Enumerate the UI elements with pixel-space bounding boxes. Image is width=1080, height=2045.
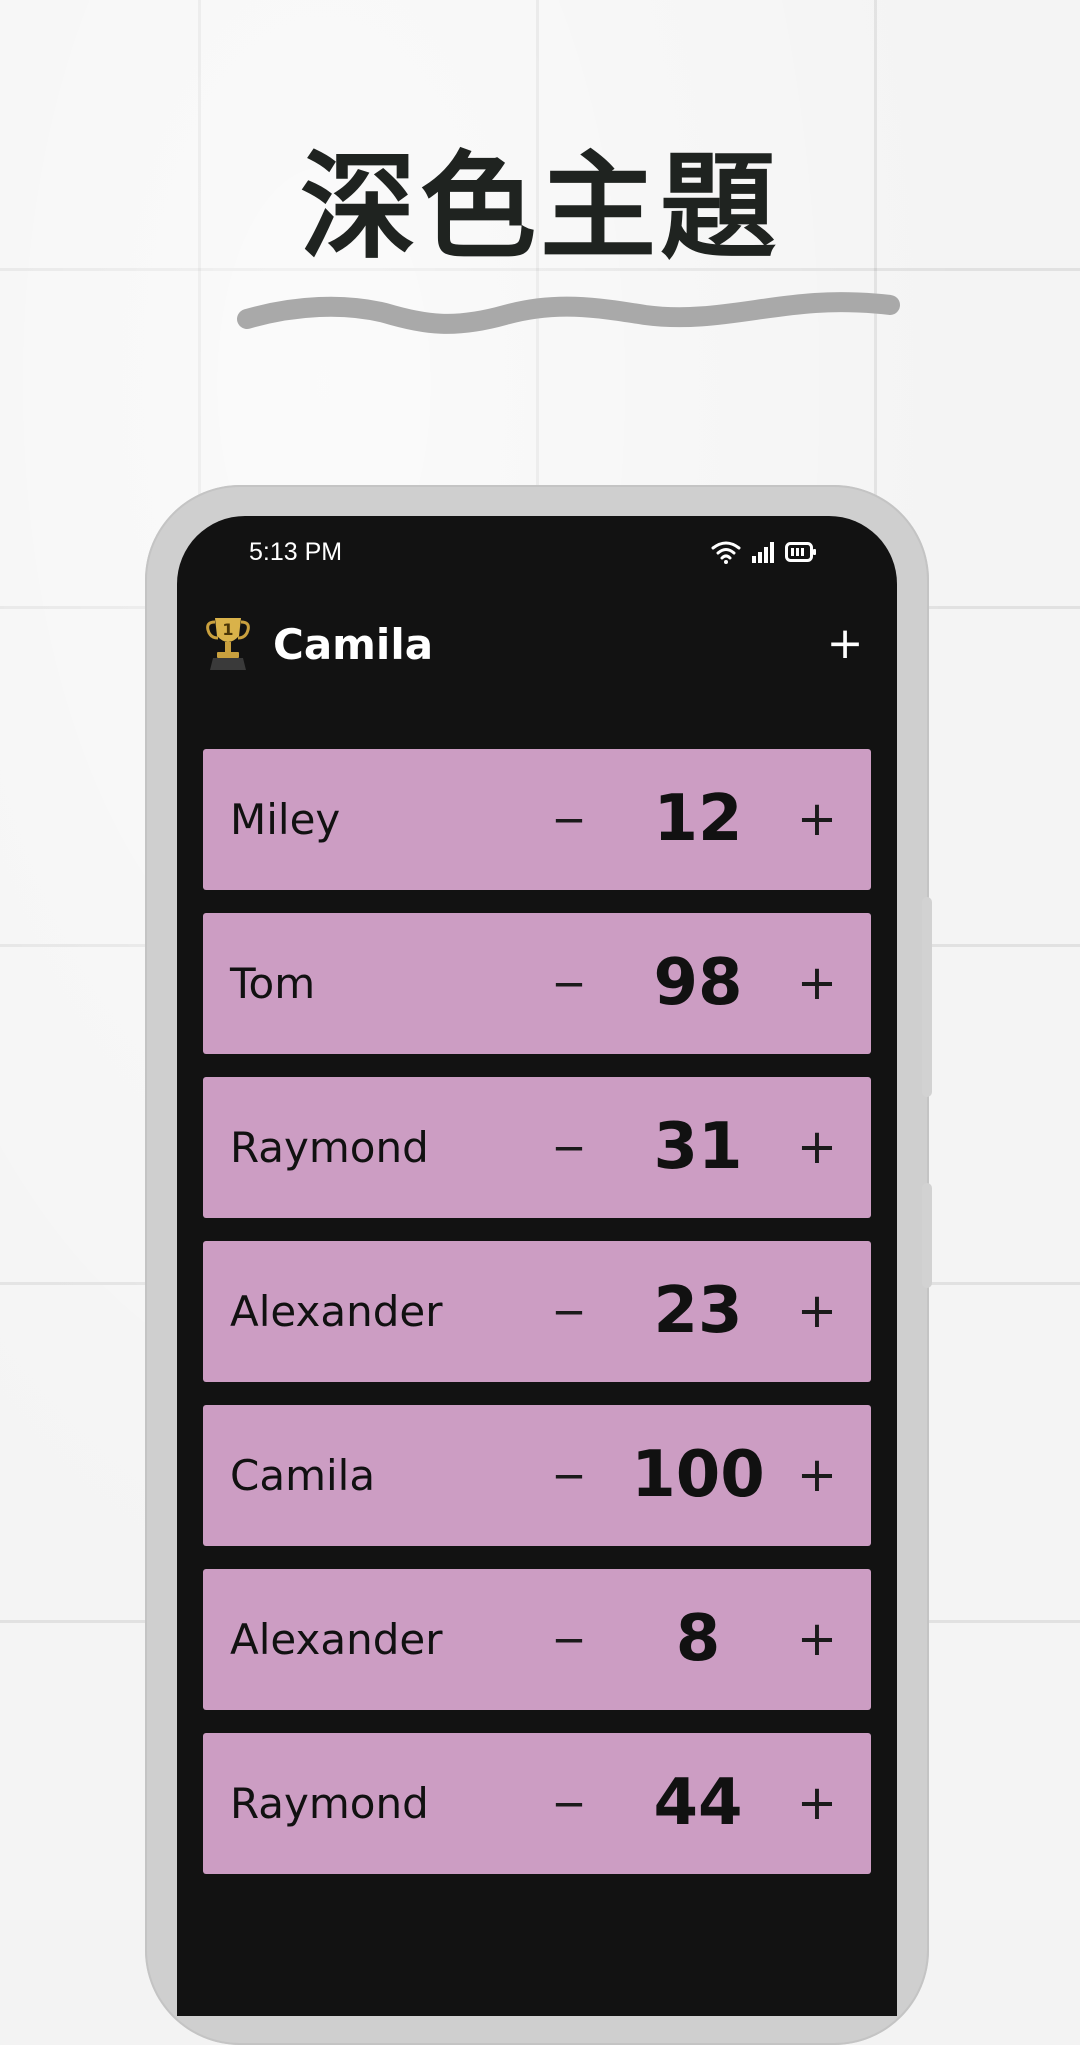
player-score: 100 [631,1438,765,1512]
decrement-score-button[interactable]: − [539,1569,599,1710]
player-name[interactable]: Raymond [230,1077,429,1218]
status-bar: 5:13 PM [177,516,897,588]
phone-power-button [922,1183,932,1288]
decrement-score-button[interactable]: − [539,749,599,890]
trophy-first-place-icon: 1 [206,618,250,670]
player-score: 23 [653,1274,743,1348]
player-score: 98 [653,946,743,1020]
player-score: 44 [653,1766,743,1840]
app-bar: 1 Camila + [177,602,897,692]
decrement-score-button[interactable]: − [539,1077,599,1218]
decrement-score-button[interactable]: − [539,913,599,1054]
player-card: Camila −100 + [203,1405,871,1546]
player-card: Alexander −23 + [203,1241,871,1382]
increment-score-button[interactable]: + [787,1241,847,1382]
decrement-score-button[interactable]: − [539,1405,599,1546]
player-card: Tom −98 + [203,913,871,1054]
decrement-score-button[interactable]: − [539,1241,599,1382]
increment-score-button[interactable]: + [787,1733,847,1874]
increment-score-button[interactable]: + [787,749,847,890]
headline-underline-squiggle [237,292,900,334]
increment-score-button[interactable]: + [787,913,847,1054]
phone-volume-button [922,897,932,1097]
leader-name: Camila [273,620,434,669]
status-icons [711,540,817,564]
svg-text:1: 1 [222,620,233,639]
player-name[interactable]: Miley [230,749,340,890]
wifi-icon [711,541,741,564]
increment-score-button[interactable]: + [787,1077,847,1218]
player-list: Miley −12 + Tom −98 + Raymond −31 + Alexander −23 +… [203,749,871,1897]
signal-icon [752,542,774,563]
battery-icon [785,542,816,562]
player-name[interactable]: Alexander [230,1241,442,1382]
player-name[interactable]: Alexander [230,1569,442,1710]
add-player-button[interactable]: + [823,622,867,666]
headline-title: 深色主題 [300,140,780,275]
app-screen: 5:13 PM 1 Camila + Miley − 12 + Tom − 98… [177,516,897,2016]
player-card: Alexander − 8 + [203,1569,871,1710]
player-name[interactable]: Tom [230,913,315,1054]
player-name[interactable]: Camila [230,1405,375,1546]
increment-score-button[interactable]: + [787,1569,847,1710]
player-card: Miley −12 + [203,749,871,890]
player-score: 8 [675,1602,721,1676]
player-card: Raymond −44 + [203,1733,871,1874]
player-score: 31 [653,1110,743,1184]
status-time: 5:13 PM [249,538,343,566]
player-card: Raymond −31 + [203,1077,871,1218]
decrement-score-button[interactable]: − [539,1733,599,1874]
player-name[interactable]: Raymond [230,1733,429,1874]
player-score: 12 [653,782,743,856]
increment-score-button[interactable]: + [787,1405,847,1546]
